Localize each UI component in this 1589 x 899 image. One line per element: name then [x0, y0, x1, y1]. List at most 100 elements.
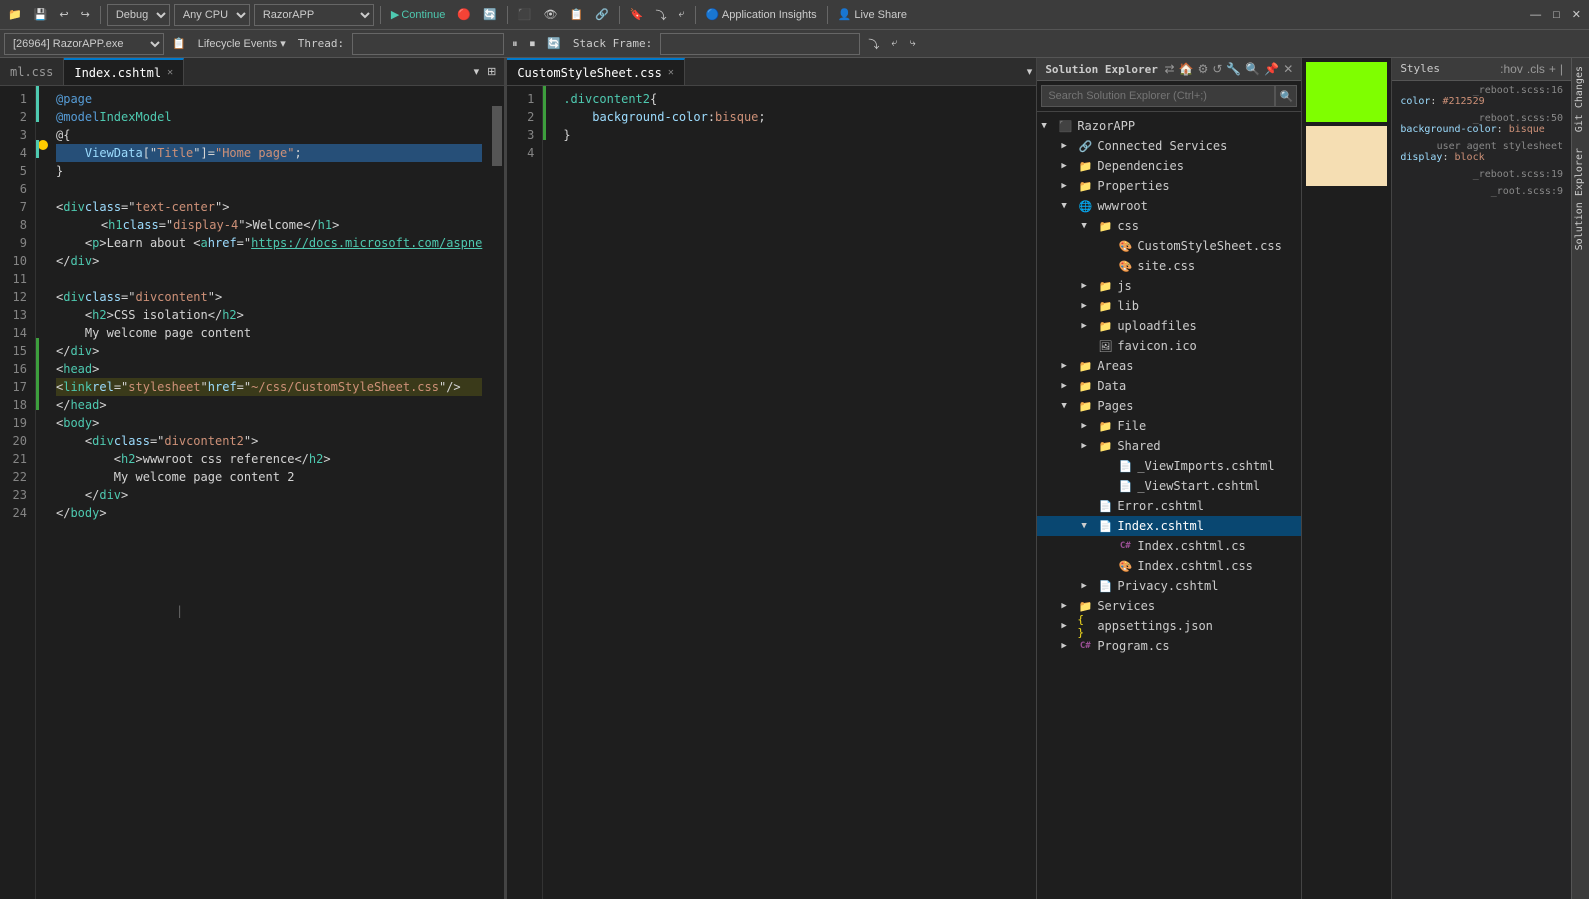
- tree-item-data[interactable]: ▶ 📁 Data: [1037, 376, 1301, 396]
- tree-item-dependencies[interactable]: ▶ 📁 Dependencies: [1037, 156, 1301, 176]
- code-line-20: <div class="divcontent2">: [56, 432, 482, 450]
- toolbar-undo-btn[interactable]: ↩: [55, 6, 72, 23]
- bookmark-btn[interactable]: 🔖: [626, 6, 648, 23]
- maximize-btn[interactable]: □: [1549, 7, 1564, 23]
- callstack-btn[interactable]: 📋: [565, 6, 587, 23]
- step-over-btn[interactable]: ⤵: [652, 5, 671, 25]
- rule-2-prop: background-color: bisque: [1400, 124, 1563, 135]
- tree-item-index-css[interactable]: ▶ 🎨 Index.cshtml.css: [1037, 556, 1301, 576]
- tree-item-uploadfiles[interactable]: ▶ 📁 uploadfiles: [1037, 316, 1301, 336]
- tree-item-privacy[interactable]: ▶ 📄 Privacy.cshtml: [1037, 576, 1301, 596]
- tab-index-close-btn[interactable]: ✕: [167, 67, 173, 78]
- tree-item-customstylesheet[interactable]: ▶ 🎨 CustomStyleSheet.css: [1037, 236, 1301, 256]
- lifecycle-btn[interactable]: Lifecycle Events ▾: [194, 35, 290, 52]
- icon-connected-services: 🔗: [1077, 138, 1093, 154]
- tree-item-viewstart[interactable]: ▶ 📄 _ViewStart.cshtml: [1037, 476, 1301, 496]
- tree-item-wwwroot[interactable]: ▼ 🌐 wwwroot: [1037, 196, 1301, 216]
- toolbar-redo-btn[interactable]: ↪: [77, 6, 94, 23]
- right-scrollbar[interactable]: [1022, 86, 1036, 899]
- styles-cls-btn[interactable]: .cls: [1527, 62, 1545, 76]
- tree-item-site-css[interactable]: ▶ 🎨 site.css: [1037, 256, 1301, 276]
- tree-item-js[interactable]: ▶ 📁 js: [1037, 276, 1301, 296]
- app-insights-btn[interactable]: 🔵 Application Insights: [702, 6, 821, 23]
- styles-add-btn[interactable]: +: [1549, 62, 1556, 76]
- tab-custom-css-label: CustomStyleSheet.css: [517, 66, 662, 80]
- tree-item-areas[interactable]: ▶ 📁 Areas: [1037, 356, 1301, 376]
- app-select[interactable]: RazorAPP: [254, 4, 374, 26]
- sol-sync-btn[interactable]: ⇄: [1165, 62, 1175, 76]
- sol-home-btn[interactable]: 🏠: [1179, 62, 1194, 76]
- tree-item-pages[interactable]: ▼ 📁 Pages: [1037, 396, 1301, 416]
- live-share-btn[interactable]: 👤 Live Share: [834, 6, 911, 23]
- icon-privacy: 📄: [1097, 578, 1113, 594]
- tree-item-appsettings[interactable]: ▶ { } appsettings.json: [1037, 616, 1301, 636]
- stack-frame-input[interactable]: [660, 33, 860, 55]
- sol-pin-btn[interactable]: 📌: [1264, 62, 1279, 76]
- solution-search-input[interactable]: [1041, 85, 1275, 107]
- left-editor-code[interactable]: @page @model IndexModel @{ ViewData["Tit…: [48, 86, 490, 899]
- watch-btn[interactable]: 👁: [539, 6, 561, 23]
- sol-close-btn[interactable]: ✕: [1283, 62, 1293, 76]
- tab-index-cshtml[interactable]: Index.cshtml ✕: [64, 58, 184, 85]
- styles-header-label: Styles: [1400, 62, 1440, 76]
- toolbar-file-btn[interactable]: 📁: [4, 6, 26, 23]
- sol-refresh-btn[interactable]: ↺: [1212, 62, 1222, 76]
- reload-btn[interactable]: 🔄: [479, 6, 501, 23]
- sol-settings-btn[interactable]: 🔧: [1226, 62, 1241, 76]
- tree-item-index-cs[interactable]: ▶ C# Index.cshtml.cs: [1037, 536, 1301, 556]
- label-index-cshtml: Index.cshtml: [1117, 519, 1204, 533]
- tree-item-razorapp[interactable]: ▼ ⬛ RazorAPP: [1037, 116, 1301, 136]
- close-window-btn[interactable]: ✕: [1568, 6, 1585, 23]
- tree-item-error[interactable]: ▶ 📄 Error.cshtml: [1037, 496, 1301, 516]
- toolbar-divider2: [380, 6, 381, 24]
- tree-item-css[interactable]: ▼ 📁 css: [1037, 216, 1301, 236]
- cpu-select[interactable]: Any CPU: [174, 4, 250, 26]
- tree-item-file[interactable]: ▶ 📁 File: [1037, 416, 1301, 436]
- sol-filter-btn[interactable]: ⚙: [1198, 62, 1209, 76]
- step-out-btn[interactable]: ⤷: [905, 35, 919, 52]
- refresh-btn[interactable]: 🔴: [453, 6, 475, 23]
- breakpoints-btn[interactable]: ⬛: [514, 6, 536, 23]
- tree-item-index-cshtml[interactable]: ▼ 📄 Index.cshtml: [1037, 516, 1301, 536]
- code-line-8: <h1 class="display-4">Welcome</h1>: [56, 216, 482, 234]
- tree-item-properties[interactable]: ▶ 📁 Properties: [1037, 176, 1301, 196]
- tree-item-viewimports[interactable]: ▶ 📄 _ViewImports.cshtml: [1037, 456, 1301, 476]
- toolbar-save-btn[interactable]: 💾: [30, 6, 52, 23]
- threads-btn[interactable]: 🔗: [591, 6, 613, 23]
- tab-ml-css[interactable]: ml.css: [0, 58, 64, 85]
- sol-expand-btn[interactable]: 🔍: [1245, 62, 1260, 76]
- thread-input[interactable]: [352, 33, 504, 55]
- icon-viewimports: 📄: [1117, 458, 1133, 474]
- scroll-thumb[interactable]: [492, 106, 502, 166]
- right-tab-overflow-btn[interactable]: ▾: [1023, 58, 1037, 85]
- continue-btn[interactable]: ▶ Continue: [387, 6, 450, 23]
- tree-item-connected-services[interactable]: ▶ 🔗 Connected Services: [1037, 136, 1301, 156]
- tab-custom-css-close[interactable]: ✕: [668, 67, 674, 78]
- step-in-btn[interactable]: ⤶: [675, 6, 689, 23]
- tree-item-program[interactable]: ▶ C# Program.cs: [1037, 636, 1301, 656]
- tab-custom-css[interactable]: CustomStyleSheet.css ✕: [507, 58, 685, 85]
- toolbar-row2: [26964] RazorAPP.exe 📋 Lifecycle Events …: [0, 30, 1589, 58]
- minimize-btn[interactable]: —: [1526, 7, 1545, 23]
- left-scrollbar[interactable]: [490, 86, 504, 899]
- process-select[interactable]: [26964] RazorAPP.exe: [4, 33, 164, 55]
- tree-item-favicon[interactable]: ▶ 🖼 favicon.ico: [1037, 336, 1301, 356]
- tab-overflow-btn[interactable]: ▾: [470, 63, 484, 80]
- code-empty-space[interactable]: |: [56, 522, 482, 822]
- style-rule-3: user agent stylesheet display: block: [1400, 141, 1563, 163]
- icon-index-cshtml: 📄: [1097, 518, 1113, 534]
- icon-data: 📁: [1077, 378, 1093, 394]
- step-into-btn[interactable]: ⤶: [887, 35, 901, 52]
- tree-item-shared[interactable]: ▶ 📁 Shared: [1037, 436, 1301, 456]
- right-editor-code[interactable]: .divcontent2 { background-color: bisque;…: [555, 86, 1022, 899]
- step-over2-btn[interactable]: ⤵: [864, 34, 883, 54]
- right-gutter: [543, 86, 555, 899]
- debug-mode-select[interactable]: Debug: [107, 4, 170, 26]
- solution-search-btn[interactable]: 🔍: [1275, 85, 1297, 107]
- tree-item-lib[interactable]: ▶ 📁 lib: [1037, 296, 1301, 316]
- tab-expand-btn[interactable]: ⊞: [483, 63, 500, 80]
- vertical-tab-solution[interactable]: Solution Explorer: [1572, 140, 1589, 258]
- right-line-numbers: 1234: [507, 86, 543, 899]
- styles-hov-btn[interactable]: :hov: [1500, 62, 1523, 76]
- vertical-tab-git[interactable]: Git Changes: [1572, 58, 1589, 140]
